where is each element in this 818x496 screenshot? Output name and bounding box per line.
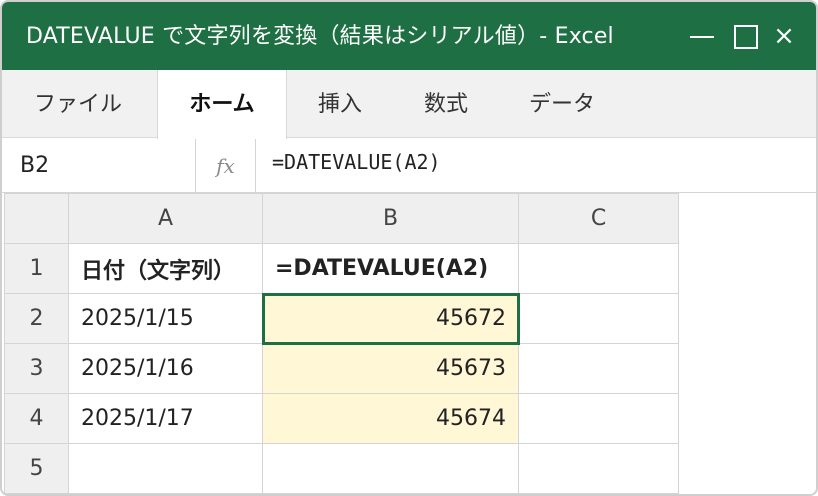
- tab-home[interactable]: ホーム: [157, 70, 287, 139]
- column-header-c[interactable]: C: [518, 193, 679, 244]
- cell-b3[interactable]: 45673: [262, 343, 519, 394]
- row-header[interactable]: 3: [4, 343, 69, 394]
- cell-b5[interactable]: [262, 443, 519, 494]
- formula-input[interactable]: =DATEVALUE(A2): [272, 139, 441, 193]
- table-row: 3 2025/1/16 45673: [4, 343, 679, 394]
- window-title: DATEVALUE で文字列を変換（結果はシリアル値）- Excel: [26, 24, 614, 49]
- ribbon-tabs: ファイル ホーム 挿入 数式 データ: [2, 70, 816, 139]
- cell-a4[interactable]: 2025/1/17: [68, 393, 263, 444]
- worksheet-grid: A B C 1 日付（文字列） =DATEVALUE(A2) 2 2025/1/…: [2, 193, 816, 494]
- maximize-icon[interactable]: [730, 2, 760, 70]
- cell-c1[interactable]: [518, 243, 679, 294]
- fx-icon[interactable]: fx: [196, 139, 256, 193]
- select-all-corner[interactable]: [4, 193, 69, 244]
- cell-b4[interactable]: 45674: [262, 393, 519, 444]
- table-row: 1 日付（文字列） =DATEVALUE(A2): [4, 243, 679, 294]
- minimize-icon[interactable]: [684, 2, 720, 70]
- tab-insert[interactable]: 挿入: [300, 70, 380, 138]
- row-header[interactable]: 2: [4, 293, 69, 344]
- column-header-a[interactable]: A: [68, 193, 263, 244]
- cell-b1[interactable]: =DATEVALUE(A2): [262, 243, 519, 294]
- tab-formulas[interactable]: 数式: [406, 70, 486, 138]
- cell-c5[interactable]: [518, 443, 679, 494]
- table-row: 2 2025/1/15 45672: [4, 292, 679, 345]
- tab-data[interactable]: データ: [510, 70, 614, 138]
- formula-bar: B2 fx =DATEVALUE(A2): [2, 139, 816, 193]
- cell-a3[interactable]: 2025/1/16: [68, 343, 263, 394]
- row-header[interactable]: 4: [4, 393, 69, 444]
- row-header[interactable]: 5: [4, 443, 69, 494]
- name-box[interactable]: B2: [2, 139, 196, 193]
- table-row: 4 2025/1/17 45674: [4, 393, 679, 444]
- column-header-b[interactable]: B: [262, 193, 519, 244]
- excel-window: DATEVALUE で文字列を変換（結果はシリアル値）- Excel ファイル …: [0, 0, 818, 496]
- cell-c3[interactable]: [518, 343, 679, 394]
- cell-a5[interactable]: [68, 443, 263, 494]
- worksheet-table: A B C 1 日付（文字列） =DATEVALUE(A2) 2 2025/1/…: [4, 193, 679, 494]
- cell-a1[interactable]: 日付（文字列）: [68, 243, 263, 294]
- table-row: 5: [4, 443, 679, 494]
- tab-file[interactable]: ファイル: [16, 70, 140, 138]
- row-header[interactable]: 1: [4, 243, 69, 294]
- close-icon[interactable]: [766, 2, 802, 70]
- title-bar: DATEVALUE で文字列を変換（結果はシリアル値）- Excel: [2, 2, 816, 70]
- cell-a2[interactable]: 2025/1/15: [68, 293, 263, 344]
- cell-c2[interactable]: [518, 293, 679, 344]
- cell-c4[interactable]: [518, 393, 679, 444]
- cell-b2[interactable]: 45672: [261, 292, 520, 345]
